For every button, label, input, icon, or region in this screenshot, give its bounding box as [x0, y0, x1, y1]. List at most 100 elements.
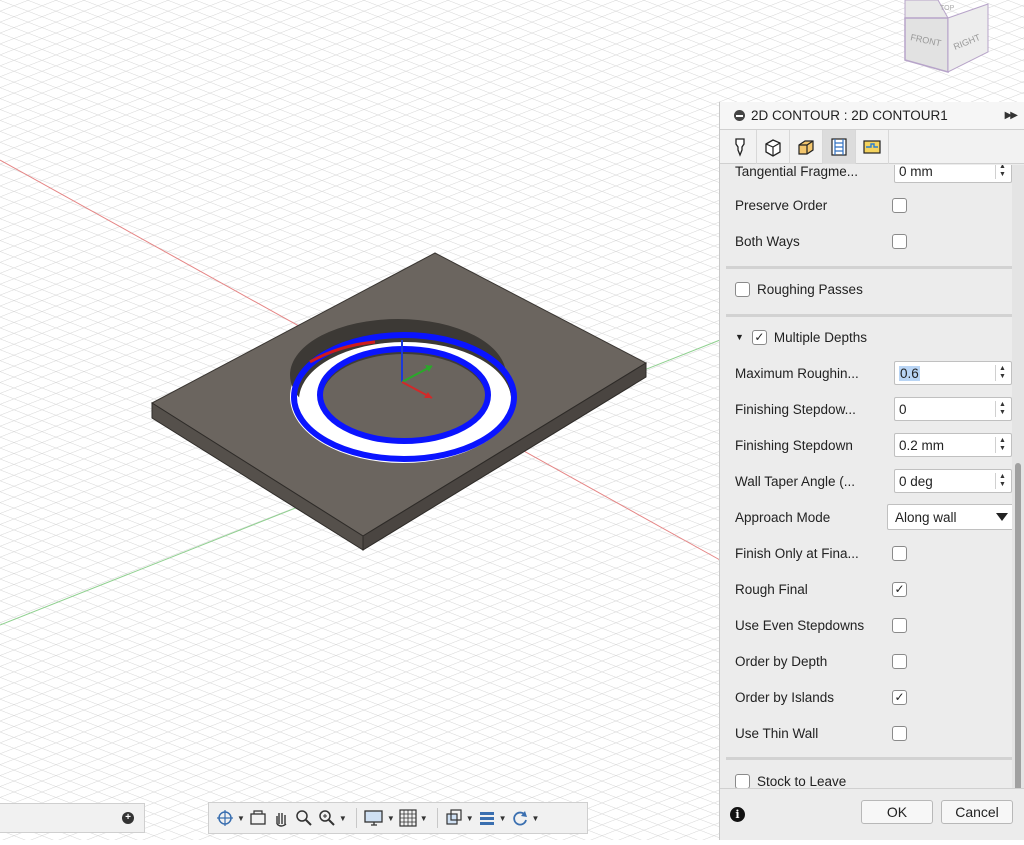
look-at-icon [250, 810, 266, 825]
dropdown-caret-icon[interactable] [996, 513, 1008, 521]
tab-geometry[interactable] [757, 130, 790, 164]
finishing-stepdown-label: Finishing Stepdown [735, 437, 853, 453]
wall-taper-angle-label: Wall Taper Angle (... [735, 473, 856, 489]
ok-button[interactable]: OK [861, 800, 933, 824]
spinner-arrows-icon[interactable]: ▲ ▼ [995, 165, 1009, 179]
finishing-stepdowns-count-label: Finishing Stepdow... [735, 401, 856, 417]
rough-final-checkbox[interactable]: ✓ [892, 581, 907, 597]
row-tangential-fragment: Tangential Fragme... 0 mm ▲ ▼ [735, 165, 1012, 183]
look-at-tool[interactable] [248, 806, 268, 830]
orbit-icon [217, 810, 233, 826]
tab-linking[interactable] [856, 130, 889, 164]
section-divider [726, 757, 1012, 760]
tab-tool[interactable] [724, 130, 757, 164]
order-by-depth-checkbox[interactable] [892, 653, 907, 669]
max-roughing-label: Maximum Roughin... [735, 365, 859, 381]
spinner-arrows-icon[interactable]: ▲ ▼ [995, 473, 1009, 489]
view-cube[interactable]: FRONT RIGHT TOP [900, 0, 1010, 82]
multiple-depths-checkbox[interactable]: ✓ [751, 329, 767, 345]
tool-icon [735, 138, 745, 157]
collapse-icon[interactable] [734, 110, 745, 121]
tab-passes[interactable] [823, 130, 856, 164]
order-by-islands-label: Order by Islands [735, 689, 835, 705]
viewports-icon [446, 809, 462, 825]
roughing-passes-checkbox[interactable] [735, 281, 750, 297]
approach-mode-value: Along wall [895, 509, 957, 525]
rough-final-label: Rough Final [735, 581, 808, 597]
preserve-order-checkbox[interactable] [892, 197, 907, 213]
spinner-arrows-icon[interactable]: ▲ ▼ [995, 365, 1009, 381]
approach-mode-select[interactable]: Along wall [887, 504, 1012, 530]
both-ways-checkbox[interactable] [892, 233, 907, 249]
scrollbar-thumb[interactable] [1015, 463, 1021, 798]
stock-to-leave-checkbox[interactable] [735, 773, 750, 788]
finishing-stepdowns-count-input[interactable]: 0 ▲ ▼ [894, 397, 1012, 421]
order-by-depth-label: Order by Depth [735, 653, 828, 669]
fit-tool[interactable]: ▼ [317, 806, 347, 830]
row-roughing-passes[interactable]: Roughing Passes [735, 277, 1012, 301]
section-divider [726, 314, 1012, 317]
row-finishing-stepdown: Finishing Stepdown 0.2 mm ▲ ▼ [735, 433, 1012, 457]
tab-heights[interactable] [790, 130, 823, 164]
info-icon[interactable]: i [730, 807, 745, 822]
row-approach-mode: Approach Mode Along wall [735, 504, 1012, 530]
toolbar-divider [355, 808, 357, 828]
expand-icon[interactable]: ▶▶ [1005, 110, 1018, 121]
heights-icon [798, 140, 814, 155]
tangential-fragment-input[interactable]: 0 mm ▲ ▼ [894, 165, 1012, 183]
row-stock-to-leave[interactable]: Stock to Leave [735, 769, 1012, 788]
expand-section-icon[interactable]: ▼ [735, 332, 744, 342]
spinner-arrows-icon[interactable]: ▲ ▼ [995, 437, 1009, 453]
row-multiple-depths[interactable]: ▼ ✓ Multiple Depths [735, 325, 1012, 349]
display-settings-tool[interactable]: ▼ [363, 806, 395, 830]
multiple-depths-label: Multiple Depths [773, 329, 867, 345]
refresh-tool[interactable]: ▼ [510, 806, 539, 830]
order-by-islands-checkbox[interactable]: ✓ [892, 689, 907, 705]
row-finishing-stepdowns-count: Finishing Stepdow... 0 ▲ ▼ [735, 397, 1012, 421]
wall-taper-angle-input[interactable]: 0 deg ▲ ▼ [894, 469, 1012, 493]
max-roughing-input[interactable]: 0.6 ▲ ▼ [894, 361, 1012, 385]
orbit-tool[interactable]: ▼ [215, 806, 245, 830]
pan-tool[interactable] [271, 806, 291, 830]
add-icon[interactable]: + [122, 812, 134, 824]
finish-only-final-label: Finish Only at Fina... [735, 545, 859, 561]
linking-icon [863, 140, 881, 154]
refresh-icon [512, 811, 527, 826]
viewcube-top-label[interactable]: TOP [940, 5, 955, 12]
panel-tabs [720, 130, 1024, 164]
layers-icon [479, 812, 494, 825]
zoom-tool[interactable] [294, 806, 314, 830]
grid-settings-tool[interactable]: ▼ [398, 806, 428, 830]
pan-icon [276, 813, 287, 827]
panel-content[interactable]: Tangential Fragme... 0 mm ▲ ▼ Preserve Or… [720, 165, 1012, 788]
contour-panel: 2D CONTOUR : 2D CONTOUR1 ▶▶ Tangential F… [719, 102, 1024, 840]
use-thin-wall-checkbox[interactable] [892, 725, 907, 741]
navigation-toolbar: ▼ ▼ ▼ ▼ ▼ ▼ ▼ [208, 802, 588, 834]
viewports-tool[interactable]: ▼ [444, 806, 474, 830]
fit-icon [319, 810, 335, 826]
row-order-by-depth: Order by Depth [735, 649, 1012, 673]
finishing-stepdown-input[interactable]: 0.2 mm ▲ ▼ [894, 433, 1012, 457]
layers-tool[interactable]: ▼ [477, 806, 507, 830]
tangential-fragment-value: 0 mm [899, 165, 933, 179]
finish-only-final-checkbox[interactable] [892, 545, 907, 561]
panel-footer: i OK Cancel [720, 788, 1024, 840]
status-bar: + [0, 803, 145, 833]
geometry-icon [765, 139, 781, 157]
panel-title: 2D CONTOUR : 2D CONTOUR1 [751, 108, 948, 123]
spinner-arrows-icon[interactable]: ▲ ▼ [995, 401, 1009, 417]
cancel-button[interactable]: Cancel [941, 800, 1013, 824]
section-divider [726, 266, 1012, 269]
row-wall-taper-angle: Wall Taper Angle (... 0 deg ▲ ▼ [735, 469, 1012, 493]
row-use-thin-wall: Use Thin Wall [735, 721, 1012, 745]
approach-mode-label: Approach Mode [735, 509, 831, 525]
tangential-fragment-label: Tangential Fragme... [735, 165, 859, 179]
panel-header[interactable]: 2D CONTOUR : 2D CONTOUR1 ▶▶ [720, 102, 1024, 130]
row-use-even-stepdowns: Use Even Stepdowns [735, 613, 1012, 637]
use-even-stepdowns-checkbox[interactable] [892, 617, 907, 633]
grid-icon [399, 809, 417, 827]
wall-taper-angle-value: 0 deg [899, 473, 933, 489]
panel-scrollbar[interactable] [1012, 165, 1024, 798]
roughing-passes-label: Roughing Passes [757, 281, 863, 297]
row-max-roughing: Maximum Roughin... 0.6 ▲ ▼ [735, 361, 1012, 385]
